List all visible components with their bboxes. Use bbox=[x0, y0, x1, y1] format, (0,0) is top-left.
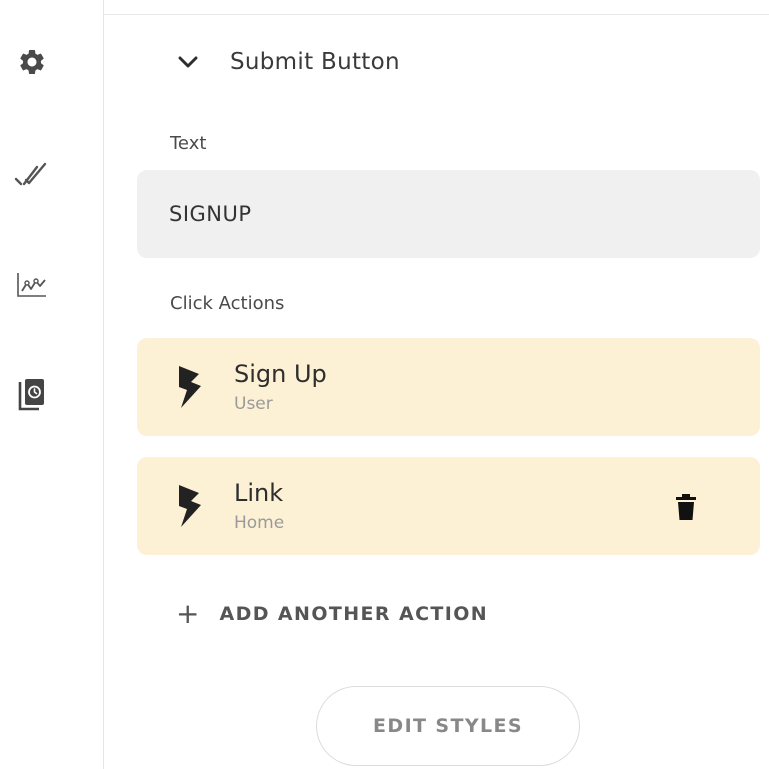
trash-icon[interactable] bbox=[674, 493, 698, 521]
properties-panel: Submit Button Text Click Actions Sign Up… bbox=[104, 0, 769, 769]
action-card-sign-up[interactable]: Sign Up User bbox=[137, 338, 760, 436]
lightning-bolt-icon bbox=[179, 366, 201, 408]
left-icon-rail bbox=[0, 0, 104, 769]
action-subtitle: User bbox=[234, 394, 273, 414]
action-card-link[interactable]: Link Home bbox=[137, 457, 760, 555]
submit-button-section-header[interactable]: Submit Button bbox=[176, 40, 400, 84]
text-field-label: Text bbox=[170, 133, 207, 154]
action-subtitle: Home bbox=[234, 513, 285, 533]
lightning-bolt-icon bbox=[179, 485, 201, 527]
divider bbox=[104, 14, 769, 15]
double-check-icon[interactable] bbox=[8, 150, 56, 198]
settings-gear-icon[interactable] bbox=[8, 38, 56, 86]
action-title: Link bbox=[234, 479, 284, 507]
click-actions-label: Click Actions bbox=[170, 293, 285, 314]
copy-timer-icon[interactable] bbox=[8, 370, 56, 418]
analytics-chart-icon[interactable] bbox=[8, 260, 56, 308]
app-root: Submit Button Text Click Actions Sign Up… bbox=[0, 0, 769, 769]
edit-styles-button[interactable]: EDIT STYLES bbox=[316, 686, 580, 766]
chevron-down-icon bbox=[176, 50, 200, 74]
section-title: Submit Button bbox=[230, 49, 400, 75]
action-title: Sign Up bbox=[234, 360, 327, 388]
plus-icon: + bbox=[176, 597, 200, 630]
add-action-label: ADD ANOTHER ACTION bbox=[219, 603, 489, 625]
text-input[interactable] bbox=[137, 170, 760, 258]
add-another-action-button[interactable]: + ADD ANOTHER ACTION bbox=[176, 596, 488, 632]
